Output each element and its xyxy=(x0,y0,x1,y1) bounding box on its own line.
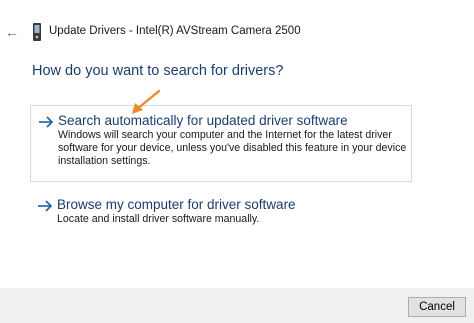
window-title: Update Drivers - Intel(R) AVStream Camer… xyxy=(49,25,301,37)
option-description: Locate and install driver software manua… xyxy=(57,213,260,225)
right-arrow-icon xyxy=(39,116,54,128)
right-arrow-icon xyxy=(38,200,53,212)
cancel-button[interactable]: Cancel xyxy=(408,297,466,317)
page-question: How do you want to search for drivers? xyxy=(32,63,284,79)
dialog-footer: Cancel xyxy=(0,288,474,323)
browse-computer-option[interactable]: Browse my computer for driver software L… xyxy=(30,195,412,235)
annotation-arrow-icon xyxy=(132,89,161,114)
option-title: Search automatically for updated driver … xyxy=(58,113,348,128)
back-arrow-icon[interactable]: ← xyxy=(4,24,20,40)
option-description: Windows will search your computer and th… xyxy=(58,129,407,167)
option-title: Browse my computer for driver software xyxy=(57,197,296,212)
title-bar: ← Update Drivers - Intel(R) AVStream Cam… xyxy=(0,19,474,47)
search-automatically-option[interactable]: Search automatically for updated driver … xyxy=(30,105,412,182)
update-drivers-dialog: ← Update Drivers - Intel(R) AVStream Cam… xyxy=(0,0,474,323)
device-icon xyxy=(33,23,41,41)
